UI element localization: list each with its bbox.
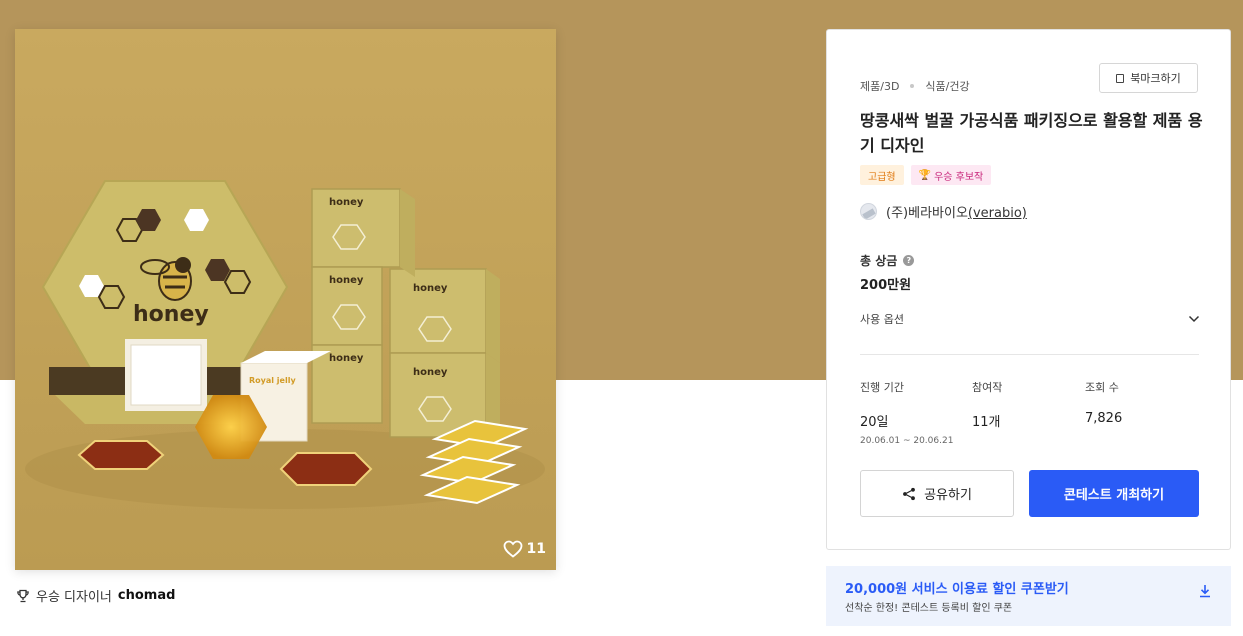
trophy-icon — [17, 589, 29, 602]
host-contest-button[interactable]: 콘테스트 개최하기 — [1029, 470, 1199, 517]
download-icon[interactable] — [1199, 584, 1211, 598]
host-info[interactable]: (주)베라바이오(verabio) — [860, 202, 1027, 221]
bookmark-button[interactable]: 북마크하기 — [1099, 63, 1198, 93]
share-label: 공유하기 — [924, 488, 972, 503]
share-icon — [903, 487, 915, 500]
host-name: (주)베라바이오 — [886, 206, 968, 221]
breadcrumb: 제품/3D 식품/건강 — [860, 78, 970, 94]
bookmark-icon — [1116, 73, 1125, 83]
coupon-banner[interactable]: 20,000원 서비스 이용료 할인 쿠폰받기 선착순 한정! 콘테스트 등록비… — [826, 566, 1231, 626]
prize-label: 총 상금 ? — [860, 252, 915, 269]
coupon-title: 20,000원 서비스 이용료 할인 쿠폰받기 — [845, 582, 1069, 597]
product-image[interactable]: honey honey honey honey honey honey Roya… — [15, 29, 556, 570]
like-count: 11 — [526, 541, 546, 557]
prize-label-text: 총 상금 — [860, 254, 898, 268]
badge-list: 고급형 🏆 우승 후보작 — [860, 165, 992, 185]
trophy-icon: 🏆 — [918, 169, 932, 181]
contest-title: 땅콩새싹 벌꿀 가공식품 패키징으로 활용할 제품 용기 디자인 — [860, 111, 1203, 155]
views-label: 조회 수 — [1085, 381, 1119, 394]
award-badge: 🏆 우승 후보작 — [910, 165, 992, 185]
host-handle[interactable]: (verabio) — [968, 206, 1027, 221]
period-range: 20.06.01 ~ 20.06.21 — [860, 436, 954, 446]
winning-designer: 우승 디자이너 chomad — [16, 586, 175, 605]
category-main[interactable]: 제품/3D — [860, 78, 899, 94]
award-badge-label: 우승 후보작 — [934, 171, 984, 183]
svg-text:honey: honey — [329, 197, 364, 208]
designer-name[interactable]: chomad — [118, 588, 176, 603]
honey-packaging-illustration: honey honey honey honey honey honey Roya… — [15, 29, 556, 570]
svg-text:honey: honey — [413, 367, 448, 378]
breadcrumb-separator — [910, 84, 915, 88]
coupon-subtitle: 선착순 한정! 콘테스트 등록비 할인 쿠폰 — [845, 603, 1013, 614]
stat-participants: 참여작 11개 — [972, 379, 1002, 430]
participants-value: 11개 — [972, 415, 1001, 430]
prize-value: 200만원 — [860, 278, 912, 293]
period-value: 20일 — [860, 415, 889, 430]
svg-text:honey: honey — [329, 353, 364, 364]
participants-label: 참여작 — [972, 381, 1003, 394]
svg-text:honey: honey — [413, 283, 448, 294]
host-avatar — [860, 203, 877, 220]
bookmark-label: 북마크하기 — [1130, 72, 1181, 85]
tier-badge: 고급형 — [860, 165, 904, 185]
views-value: 7,826 — [1085, 411, 1123, 426]
chevron-down-icon — [1188, 315, 1200, 323]
divider — [860, 354, 1199, 355]
category-sub[interactable]: 식품/건강 — [925, 78, 969, 94]
designer-prefix: 우승 디자이너 — [36, 590, 112, 605]
stat-views: 조회 수 7,826 — [1085, 379, 1122, 426]
svg-text:Royal jelly: Royal jelly — [249, 376, 296, 385]
stat-period: 진행 기간 20일 20.06.01 ~ 20.06.21 — [860, 379, 953, 446]
share-button[interactable]: 공유하기 — [860, 470, 1014, 517]
period-label: 진행 기간 — [860, 381, 904, 394]
usage-label: 사용 옵션 — [860, 313, 904, 326]
heart-icon[interactable] — [503, 540, 523, 558]
svg-text:honey: honey — [329, 275, 364, 286]
svg-text:honey: honey — [133, 302, 209, 327]
like-counter[interactable]: 11 — [503, 540, 546, 558]
usage-options-toggle[interactable]: 사용 옵션 — [860, 311, 1200, 327]
help-icon[interactable]: ? — [903, 255, 915, 266]
contest-info-card: 제품/3D 식품/건강 북마크하기 땅콩새싹 벌꿀 가공식품 패키징으로 활용할… — [826, 29, 1231, 550]
